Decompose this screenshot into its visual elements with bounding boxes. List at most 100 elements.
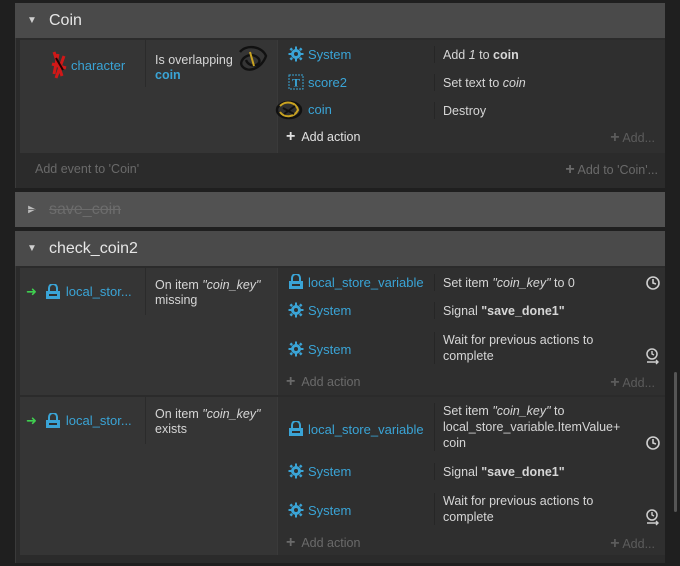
local-storage-icon <box>44 412 61 429</box>
event-on-item-missing[interactable]: ➜ local_stor... On item "coin_key" missi… <box>20 268 665 395</box>
condition-desc: On item <box>155 407 203 421</box>
condition-object[interactable]: character <box>20 40 146 87</box>
action-signal: "save_done1" <box>481 304 565 318</box>
action-text: Destroy <box>443 104 487 118</box>
action-row[interactable]: coin Destroy <box>275 100 665 126</box>
text-icon: T <box>288 74 304 90</box>
expand-triangle-icon[interactable]: ▶ <box>15 204 49 215</box>
action-target: coin <box>493 48 519 62</box>
add-to-group-link[interactable]: + Add to 'Coin'... <box>565 161 658 178</box>
condition-desc: missing <box>155 293 198 307</box>
gear-icon <box>288 341 304 357</box>
action-row[interactable]: System Signal "save_done1" <box>278 302 665 326</box>
action-value: 1 <box>468 48 476 62</box>
action-text: Set item <box>443 404 493 418</box>
local-storage-icon <box>288 274 304 290</box>
add-condition-button[interactable]: + Add... <box>610 374 655 391</box>
add-action-button[interactable]: + Add action <box>286 534 361 551</box>
add-label: Add... <box>622 131 655 145</box>
add-to-label: Add to 'Coin'... <box>577 163 658 177</box>
condition-object-label: local_stor... <box>65 284 132 299</box>
group-title: save_coin <box>49 200 122 218</box>
action-row[interactable]: T score2 Set text to coin <box>278 74 665 98</box>
action-key: "coin_key" <box>492 404 551 418</box>
action-text: Signal <box>443 465 482 479</box>
action-object: System <box>308 463 352 479</box>
add-action-button[interactable]: + Add action <box>286 373 361 390</box>
action-object: System <box>308 341 352 357</box>
condition-object[interactable]: ➜ local_stor... <box>20 268 146 315</box>
add-action-label: Add action <box>301 375 361 389</box>
action-object: System <box>308 46 352 62</box>
plus-icon: + <box>610 129 620 146</box>
async-icon <box>646 436 660 450</box>
trigger-arrow-icon: ➜ <box>26 412 37 428</box>
group-title: check_coin2 <box>49 239 138 257</box>
action-object: System <box>308 502 352 518</box>
add-event-link[interactable]: Add event to 'Coin' <box>35 162 139 176</box>
action-object: local_store_variable <box>308 421 424 437</box>
action-text: Signal <box>443 304 482 318</box>
action-object: score2 <box>308 74 348 90</box>
condition-desc: exists <box>155 422 187 436</box>
add-action-label: Add action <box>301 130 361 144</box>
condition-object[interactable]: ➜ local_stor... <box>20 397 146 444</box>
svg-text:T: T <box>292 76 300 90</box>
condition-text[interactable]: Is overlapping coin <box>146 40 277 87</box>
event-coin-overlap[interactable]: character Is overlapping coin System Add… <box>20 40 665 153</box>
wait-icon <box>646 509 659 526</box>
plus-icon: + <box>286 534 296 551</box>
actions-column: local_store_variable Set item "coin_key"… <box>278 397 665 555</box>
action-object: local_store_variable <box>308 274 424 290</box>
action-key: "coin_key" <box>492 276 551 290</box>
condition-key: "coin_key" <box>202 278 261 292</box>
action-row[interactable]: System Signal "save_done1" <box>278 463 665 487</box>
action-text: to 0 <box>550 276 575 290</box>
group-header-coin[interactable]: ▼ Coin <box>15 3 665 38</box>
add-label: Add... <box>622 537 655 551</box>
local-storage-icon <box>288 421 304 437</box>
condition-object-label: local_stor... <box>65 413 132 428</box>
action-row[interactable]: System Add 1 to coin <box>278 46 665 70</box>
async-icon <box>646 276 660 290</box>
add-condition-button[interactable]: + Add... <box>610 536 655 552</box>
event-on-item-exists[interactable]: ➜ local_stor... On item "coin_key" exist… <box>20 397 665 555</box>
action-text: Set text to <box>443 76 503 90</box>
condition-text[interactable]: On item "coin_key" exists <box>146 397 277 444</box>
action-value: coin <box>502 76 526 90</box>
condition-desc: On item <box>155 278 203 292</box>
gear-icon <box>288 46 304 62</box>
plus-icon: + <box>610 374 620 391</box>
plus-icon: + <box>286 128 296 145</box>
actions-column: System Add 1 to coin T score2 Set text t… <box>275 40 665 153</box>
collapse-triangle-icon[interactable]: ▼ <box>15 243 49 254</box>
plus-icon: + <box>286 373 296 390</box>
add-label: Add... <box>622 376 655 390</box>
condition-text[interactable]: On item "coin_key" missing <box>146 268 277 315</box>
action-text: Set item <box>443 276 493 290</box>
action-row[interactable]: local_store_variable Set item "coin_key"… <box>278 403 665 455</box>
action-row[interactable]: System Wait for previous actions to comp… <box>278 493 665 529</box>
action-text: Wait for previous actions to complete <box>443 494 594 524</box>
action-signal: "save_done1" <box>481 465 565 479</box>
plus-icon: + <box>565 161 575 178</box>
action-row[interactable]: System Wait for previous actions to comp… <box>278 332 665 368</box>
action-text: to <box>475 48 494 62</box>
actions-column: local_store_variable Set item "coin_key"… <box>278 268 665 395</box>
action-text: Add <box>443 48 469 62</box>
trigger-arrow-icon: ➜ <box>26 283 37 299</box>
group-header-save-coin[interactable]: ▶ save_coin <box>15 192 665 227</box>
action-text: Wait for previous actions to complete <box>443 333 594 363</box>
sprite-icon <box>275 100 303 120</box>
add-action-button[interactable]: + Add action <box>286 128 361 145</box>
add-condition-button[interactable]: + Add... <box>610 129 655 146</box>
action-row[interactable]: local_store_variable Set item "coin_key"… <box>278 274 665 300</box>
group-header-check-coin2[interactable]: ▼ check_coin2 <box>15 231 665 266</box>
scribble-dark-icon <box>239 45 268 71</box>
collapse-triangle-icon[interactable]: ▼ <box>15 15 49 26</box>
vertical-scrollbar[interactable] <box>674 372 677 512</box>
action-object: System <box>308 302 352 318</box>
gear-icon <box>288 463 304 479</box>
local-storage-icon <box>44 283 61 300</box>
add-action-label: Add action <box>301 536 361 550</box>
